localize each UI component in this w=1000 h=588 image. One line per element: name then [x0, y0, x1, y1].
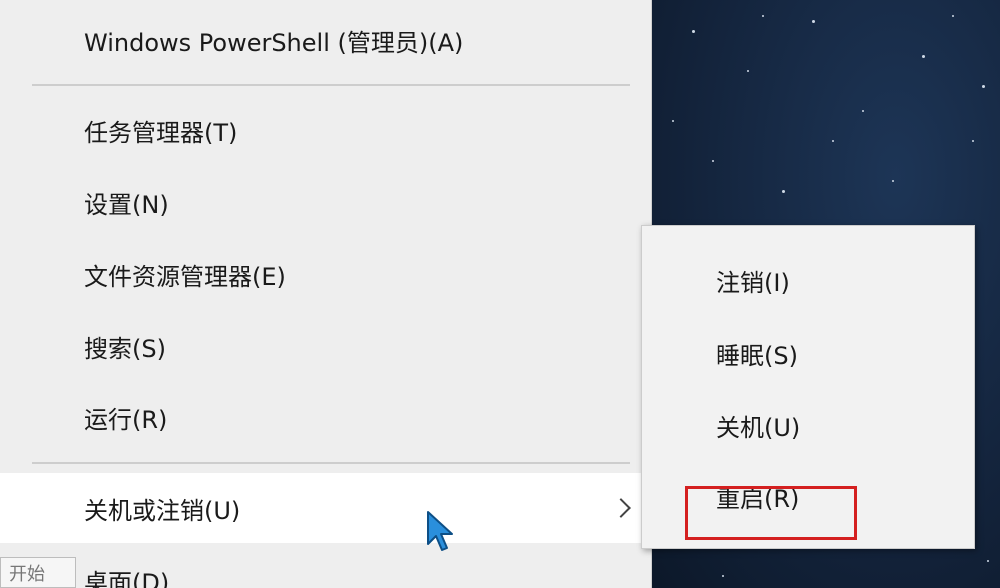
- start-tooltip-label: 开始: [9, 563, 45, 585]
- menu-item-label: 文件资源管理器(E): [84, 262, 286, 291]
- menu-item-label: Windows PowerShell (管理员)(A): [84, 28, 464, 57]
- menu-item-label: 搜索(S): [84, 334, 166, 363]
- menu-item-shutdown-or-signout[interactable]: 关机或注销(U): [0, 473, 652, 543]
- menu-item-desktop[interactable]: 桌面(D): [0, 545, 652, 588]
- submenu-item-label: 睡眠(S): [716, 341, 798, 370]
- menu-item-settings[interactable]: 设置(N): [0, 167, 652, 237]
- submenu-item-label: 重启(R): [716, 484, 800, 513]
- submenu-item-label: 注销(I): [716, 268, 790, 297]
- menu-item-file-explorer[interactable]: 文件资源管理器(E): [0, 239, 652, 309]
- chevron-right-icon: [611, 498, 631, 518]
- menu-item-label: 桌面(D): [84, 568, 170, 588]
- menu-item-task-manager[interactable]: 任务管理器(T): [0, 95, 652, 165]
- submenu-item-shut-down[interactable]: 关机(U): [642, 395, 974, 455]
- menu-item-label: 任务管理器(T): [84, 118, 238, 147]
- menu-item-label: 关机或注销(U): [84, 496, 241, 525]
- menu-item-run[interactable]: 运行(R): [0, 382, 652, 452]
- menu-item-search[interactable]: 搜索(S): [0, 311, 652, 381]
- submenu-item-sign-out[interactable]: 注销(I): [642, 250, 974, 310]
- mouse-cursor-icon: [427, 511, 453, 551]
- menu-separator: [32, 462, 630, 464]
- menu-item-label: 设置(N): [84, 190, 169, 219]
- winx-context-menu: Windows PowerShell (管理员)(A) 任务管理器(T) 设置(…: [0, 0, 652, 588]
- submenu-item-restart[interactable]: 重启(R): [642, 466, 974, 540]
- submenu-item-label: 关机(U): [716, 413, 801, 442]
- menu-item-label: 运行(R): [84, 405, 168, 434]
- submenu-item-sleep[interactable]: 睡眠(S): [642, 323, 974, 383]
- menu-item-powershell-admin[interactable]: Windows PowerShell (管理员)(A): [0, 5, 652, 75]
- shutdown-submenu: 注销(I) 睡眠(S) 关机(U) 重启(R): [641, 225, 975, 549]
- start-tooltip: 开始: [0, 557, 76, 588]
- menu-separator: [32, 84, 630, 86]
